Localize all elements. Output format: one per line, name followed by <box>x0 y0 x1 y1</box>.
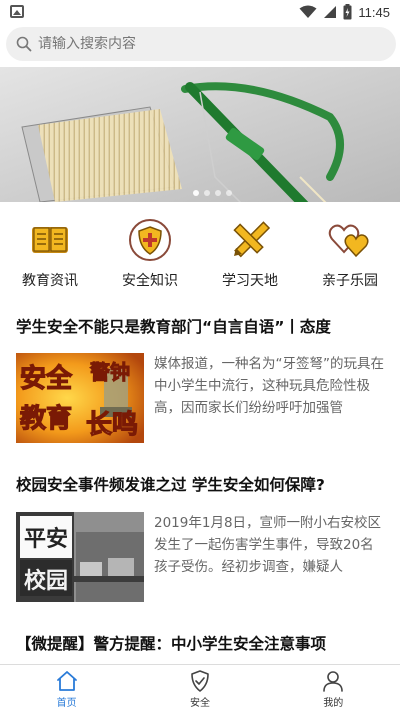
category-education-news[interactable]: 教育资讯 <box>0 218 100 290</box>
article-summary: 2019年1月8日，宣师一附小右安校区发生了一起伤害学生事件，导致20名孩子受伤… <box>154 515 382 575</box>
article-title[interactable]: 【微提醒】警方提醒：中小学生安全注意事项 <box>16 634 386 654</box>
carousel-dot[interactable] <box>215 190 221 196</box>
article-title[interactable]: 学生安全不能只是教育部门“自言自语”丨态度 <box>16 317 386 337</box>
category-label: 学习天地 <box>222 273 278 289</box>
article-thumbnail[interactable]: 安全 警钟 教育 长鸣 <box>16 353 144 443</box>
article-summary: 媒体报道，一种名为“牙签弩”的玩具在中小学生中流行，这种玩具危险性极高，因而家长… <box>154 356 384 416</box>
home-icon <box>56 671 77 691</box>
shield-plus-icon <box>129 219 171 261</box>
category-study-world[interactable]: 学习天地 <box>200 218 300 290</box>
safety-alarm-image: 安全 警钟 教育 长鸣 <box>16 353 144 443</box>
carousel-dot[interactable] <box>193 190 199 196</box>
banner-image <box>0 67 400 202</box>
category-grid: 教育资讯 安全知识 学习天地 亲子乐园 <box>0 218 400 290</box>
category-parent-child[interactable]: 亲子乐园 <box>300 218 400 290</box>
status-time: 11:45 <box>358 4 390 20</box>
battery-icon <box>343 4 352 20</box>
svg-text:平安: 平安 <box>24 526 68 552</box>
signal-icon <box>324 6 337 18</box>
tab-label: 我的 <box>323 698 344 709</box>
svg-text:安全: 安全 <box>20 363 73 394</box>
pencil-ruler-icon <box>233 221 270 258</box>
tab-safety[interactable]: 安全 <box>133 665 266 711</box>
hearts-icon <box>328 224 369 258</box>
tab-label: 首页 <box>56 698 77 709</box>
svg-text:警钟: 警钟 <box>90 360 130 384</box>
svg-text:校园: 校园 <box>24 568 68 594</box>
safe-campus-image: 平安 校园 <box>16 512 144 602</box>
category-safety-knowledge[interactable]: 安全知识 <box>100 218 200 290</box>
tab-label: 安全 <box>189 698 210 709</box>
tab-home[interactable]: 首页 <box>0 665 133 711</box>
svg-text:教育: 教育 <box>20 403 72 434</box>
svg-text:长鸣: 长鸣 <box>86 409 138 440</box>
bottom-tab-bar: 首页 安全 我的 <box>0 665 400 711</box>
banner-carousel[interactable] <box>0 67 400 202</box>
article-title[interactable]: 校园安全事件频发谁之过 学生安全如何保障? <box>16 475 386 495</box>
carousel-indicator <box>193 190 232 196</box>
book-icon <box>32 227 68 253</box>
carousel-dot[interactable] <box>204 190 210 196</box>
category-label: 亲子乐园 <box>322 273 378 289</box>
search-icon <box>16 36 32 52</box>
wifi-icon <box>299 5 317 18</box>
shield-check-icon <box>191 670 209 692</box>
carousel-dot[interactable] <box>226 190 232 196</box>
image-notification-icon <box>10 5 24 18</box>
category-label: 教育资讯 <box>22 273 78 289</box>
tab-profile[interactable]: 我的 <box>267 665 400 711</box>
article-thumbnail[interactable]: 平安 校园 <box>16 512 144 602</box>
search-bar[interactable] <box>6 27 396 61</box>
person-icon <box>323 671 344 692</box>
status-bar: 11:45 <box>0 0 400 24</box>
category-label: 安全知识 <box>122 273 178 289</box>
search-input[interactable] <box>38 36 368 52</box>
